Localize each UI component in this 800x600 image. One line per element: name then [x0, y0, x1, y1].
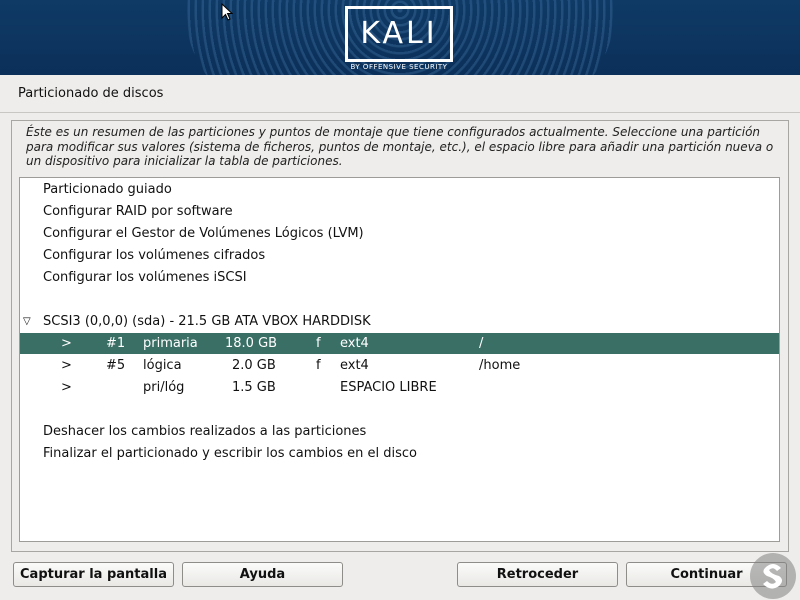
partition-mountpoint: /home — [479, 358, 521, 373]
kali-banner: KALI BY OFFENSIVE SECURITY — [0, 0, 800, 75]
menu-item-label: Configurar RAID por software — [43, 204, 233, 219]
disk-sda-row[interactable]: ▽ SCSI3 (0,0,0) (sda) - 21.5 GB ATA VBOX… — [20, 311, 779, 332]
free-space-row[interactable]: > pri/lóg 1.5 GB ESPACIO LIBRE — [20, 377, 779, 398]
menu-undo-changes[interactable]: Deshacer los cambios realizados a las pa… — [20, 421, 779, 442]
menu-finish-partitioning[interactable]: Finalizar el particionado y escribir los… — [20, 443, 779, 464]
partition-format-flag: f — [316, 358, 321, 373]
row-arrow: > — [61, 358, 72, 373]
menu-configure-lvm[interactable]: Configurar el Gestor de Volúmenes Lógico… — [20, 223, 779, 244]
menu-configure-encrypted[interactable]: Configurar los volúmenes cifrados — [20, 245, 779, 266]
partition-size: 2.0 GB — [232, 358, 276, 373]
screenshot-button[interactable]: Capturar la pantalla — [13, 562, 174, 587]
partition-mountpoint: / — [479, 336, 484, 351]
partition-type: lógica — [143, 358, 182, 373]
partition-type: primaria — [143, 336, 198, 351]
partition-type: pri/lóg — [143, 380, 185, 395]
menu-item-label: Finalizar el particionado y escribir los… — [43, 446, 417, 461]
mouse-pointer-icon — [221, 3, 233, 21]
partition-size: 1.5 GB — [232, 380, 276, 395]
partition-size: 18.0 GB — [225, 336, 278, 351]
partition-row-5[interactable]: > #5 lógica 2.0 GB f ext4 /home — [20, 355, 779, 376]
partition-number: #5 — [106, 358, 126, 373]
kali-logo: KALI — [345, 6, 453, 62]
menu-configure-raid[interactable]: Configurar RAID por software — [20, 201, 779, 222]
menu-item-label: Configurar los volúmenes iSCSI — [43, 270, 247, 285]
menu-item-label: Configurar los volúmenes cifrados — [43, 248, 266, 263]
help-button[interactable]: Ayuda — [182, 562, 343, 587]
menu-item-label: Particionado guiado — [43, 182, 172, 197]
partition-filesystem: ext4 — [340, 358, 369, 373]
menu-item-label: Deshacer los cambios realizados a las pa… — [43, 424, 367, 439]
row-arrow: > — [61, 380, 72, 395]
logo-tagline: BY OFFENSIVE SECURITY — [350, 63, 448, 71]
page-title: Particionado de discos — [18, 86, 164, 101]
help-text: Éste es un resumen de las particiones y … — [26, 125, 774, 168]
free-space-label: ESPACIO LIBRE — [340, 380, 437, 395]
title-divider — [0, 112, 800, 113]
logo-text: KALI — [360, 16, 438, 51]
partition-format-flag: f — [316, 336, 321, 351]
partition-number: #1 — [106, 336, 126, 351]
partition-filesystem: ext4 — [340, 336, 369, 351]
partition-list[interactable]: Particionado guiado Configurar RAID por … — [19, 177, 780, 542]
disk-label: SCSI3 (0,0,0) (sda) - 21.5 GB ATA VBOX H… — [43, 314, 371, 329]
back-button[interactable]: Retroceder — [457, 562, 618, 587]
partition-row-1[interactable]: > #1 primaria 18.0 GB f ext4 / — [20, 333, 779, 354]
row-arrow: > — [61, 336, 72, 351]
expand-triangle-icon: ▽ — [23, 316, 31, 327]
menu-configure-iscsi[interactable]: Configurar los volúmenes iSCSI — [20, 267, 779, 288]
watermark-logo-icon — [750, 553, 796, 599]
menu-guided-partitioning[interactable]: Particionado guiado — [20, 179, 779, 200]
menu-item-label: Configurar el Gestor de Volúmenes Lógico… — [43, 226, 364, 241]
